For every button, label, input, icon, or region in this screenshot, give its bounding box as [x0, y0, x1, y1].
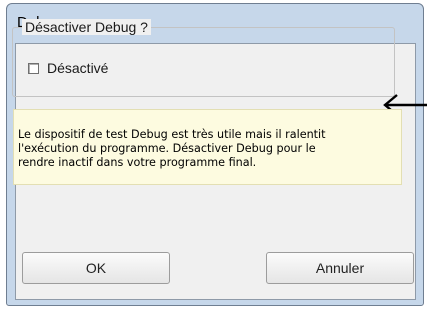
- cancel-button[interactable]: Annuler: [266, 252, 414, 284]
- groupbox-legend: Désactiver Debug ?: [22, 19, 151, 35]
- info-line: l'exécution du programme. Désactiver Deb…: [18, 142, 316, 155]
- info-line: Le dispositif de test Debug est très uti…: [18, 128, 326, 141]
- checkbox-box[interactable]: [28, 62, 39, 74]
- checkbox-label: Désactivé: [47, 60, 109, 76]
- info-text: Le dispositif de test Debug est très uti…: [18, 128, 400, 170]
- info-line: rendre inactif dans votre programme fina…: [18, 156, 257, 169]
- ok-button[interactable]: OK: [22, 252, 170, 284]
- disable-debug-checkbox[interactable]: Désactivé: [28, 60, 108, 76]
- info-panel: Le dispositif de test Debug est très uti…: [13, 109, 402, 185]
